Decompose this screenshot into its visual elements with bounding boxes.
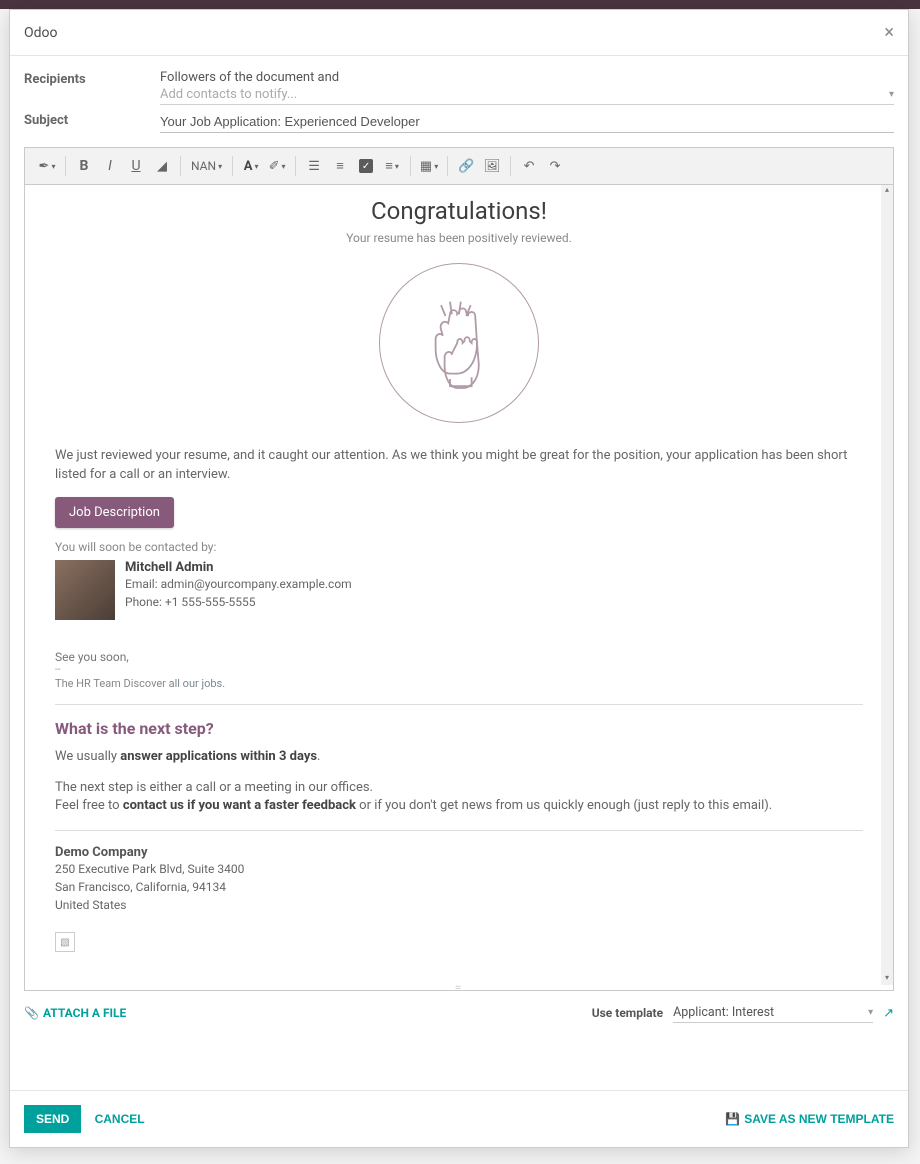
editor-toolbar: ✒▾ B I U ◢ NAN▾ A▾ ✐▾ ☰ ≡ ✓ ≡▾ ▦▾ 🔗 <box>25 148 893 185</box>
subject-label: Subject <box>24 111 160 128</box>
modal-body: Recipients Followers of the document and… <box>10 56 908 1090</box>
link-button[interactable]: 🔗 <box>454 154 478 178</box>
modal-footer: SEND CANCEL 💾 SAVE AS NEW TEMPLATE <box>10 1090 908 1147</box>
contact-email: Email: admin@yourcompany.example.com <box>125 575 352 593</box>
contact-avatar <box>55 560 115 620</box>
divider <box>55 704 863 705</box>
all-jobs-link[interactable]: all our jobs <box>169 677 223 690</box>
company-name: Demo Company <box>55 845 863 860</box>
congrats-heading: Congratulations! <box>55 197 863 225</box>
attach-file-button[interactable]: 📎 ATTACH A FILE <box>24 1006 126 1020</box>
bullet-list-button[interactable]: ☰ <box>302 154 326 178</box>
font-size-select[interactable]: NAN▾ <box>187 154 226 178</box>
close-icon[interactable]: × <box>884 22 894 43</box>
redo-button[interactable]: ↷ <box>543 154 567 178</box>
font-color-button[interactable]: A▾ <box>239 154 263 178</box>
address-line-2: San Francisco, California, 94134 <box>55 878 863 896</box>
align-button[interactable]: ≡▾ <box>380 154 404 178</box>
contacted-by-text: You will soon be contacted by: <box>55 540 863 554</box>
subheading: Your resume has been positively reviewed… <box>55 231 863 245</box>
address-line-3: United States <box>55 896 863 914</box>
italic-button[interactable]: I <box>98 154 122 178</box>
job-description-button[interactable]: Job Description <box>55 497 174 528</box>
see-you-text: See you soon, <box>55 650 863 664</box>
template-select[interactable]: Applicant: Interest ▾ <box>673 1003 873 1023</box>
scroll-down-icon[interactable]: ▾ <box>881 973 893 985</box>
editor-scrollbar[interactable]: ▴ ▾ <box>881 185 893 985</box>
ordered-list-button[interactable]: ≡ <box>328 154 352 178</box>
save-as-template-button[interactable]: 💾 SAVE AS NEW TEMPLATE <box>725 1112 894 1126</box>
signature-dashes: -- <box>55 664 863 675</box>
paperclip-icon: 📎 <box>24 1006 39 1020</box>
high-five-image <box>55 263 863 423</box>
contact-name: Mitchell Admin <box>125 560 352 575</box>
use-template-label: Use template <box>592 1006 663 1020</box>
table-button[interactable]: ▦▾ <box>417 154 441 178</box>
send-button[interactable]: SEND <box>24 1105 81 1133</box>
contact-phone: Phone: +1 555-555-5555 <box>125 593 352 611</box>
undo-button[interactable]: ↶ <box>517 154 541 178</box>
cancel-button[interactable]: CANCEL <box>95 1112 145 1126</box>
subject-input[interactable] <box>160 111 894 133</box>
answer-time-line: We usually answer applications within 3 … <box>55 748 863 767</box>
address-line-1: 250 Executive Park Blvd, Suite 3400 <box>55 860 863 878</box>
checklist-button[interactable]: ✓ <box>354 154 378 178</box>
followers-text: Followers of the document and <box>160 70 894 85</box>
add-contacts-dropdown[interactable]: Add contacts to notify... ▾ <box>160 85 894 105</box>
intro-paragraph: We just reviewed your resume, and it cau… <box>55 447 863 485</box>
modal-header: Odoo × <box>10 10 908 56</box>
next-step-para: The next step is either a call or a meet… <box>55 779 863 817</box>
clear-format-button[interactable]: ◢ <box>150 154 174 178</box>
chevron-down-icon: ▾ <box>889 89 894 100</box>
bold-button[interactable]: B <box>72 154 96 178</box>
underline-button[interactable]: U <box>124 154 148 178</box>
image-placeholder-icon: ▧ <box>55 932 75 952</box>
highlight-button[interactable]: ✐▾ <box>265 154 289 178</box>
next-step-heading: What is the next step? <box>55 719 863 738</box>
resize-handle[interactable]: ≡ <box>25 985 893 990</box>
image-button[interactable]: 🖼 <box>480 154 504 178</box>
hr-team-line: The HR Team Discover all our jobs. <box>55 677 863 690</box>
save-icon: 💾 <box>725 1112 740 1126</box>
scroll-up-icon[interactable]: ▴ <box>881 185 893 197</box>
email-body-editor[interactable]: Congratulations! Your resume has been po… <box>25 185 893 985</box>
modal-title: Odoo <box>24 25 58 41</box>
brush-icon[interactable]: ✒▾ <box>35 154 59 178</box>
rich-text-editor: ✒▾ B I U ◢ NAN▾ A▾ ✐▾ ☰ ≡ ✓ ≡▾ ▦▾ 🔗 <box>24 147 894 991</box>
compose-message-modal: Odoo × Recipients Followers of the docum… <box>9 9 909 1148</box>
external-link-icon[interactable]: ↗ <box>883 1006 894 1021</box>
add-contacts-placeholder: Add contacts to notify... <box>160 87 297 102</box>
divider <box>55 830 863 831</box>
chevron-down-icon: ▾ <box>868 1007 873 1018</box>
recipients-label: Recipients <box>24 70 160 87</box>
